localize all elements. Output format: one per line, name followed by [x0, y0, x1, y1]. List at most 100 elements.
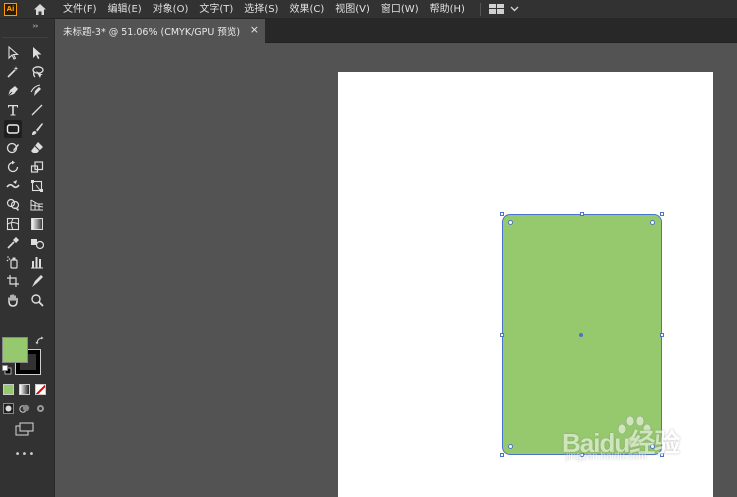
- gradient-mode-button[interactable]: [19, 384, 30, 395]
- draw-inside-icon[interactable]: [35, 403, 46, 414]
- workspace-switcher-button[interactable]: [488, 3, 519, 15]
- column-graph-tool-icon: [31, 257, 43, 269]
- menu-view[interactable]: 视图(V): [335, 0, 370, 19]
- handle-middle-left[interactable]: [500, 333, 504, 337]
- canvas-right-edge: [713, 72, 737, 497]
- corner-widget-top-left[interactable]: [508, 220, 513, 225]
- menu-select[interactable]: 选择(S): [244, 0, 278, 19]
- pen-tool[interactable]: [4, 82, 22, 100]
- handle-top-left[interactable]: [500, 212, 504, 216]
- line-segment-tool-icon: [31, 104, 43, 116]
- shape-builder-tool-icon: [6, 198, 20, 211]
- paintbrush-tool[interactable]: [28, 120, 46, 138]
- symbol-sprayer-tool[interactable]: [4, 253, 22, 271]
- grip-line: [2, 37, 48, 38]
- column-graph-tool[interactable]: [28, 253, 46, 271]
- edit-toolbar-button[interactable]: •••: [0, 449, 50, 460]
- center-point: [579, 333, 583, 337]
- handle-top-right[interactable]: [660, 212, 664, 216]
- shape-builder-tool[interactable]: [4, 196, 22, 214]
- magic-wand-tool[interactable]: [4, 63, 22, 81]
- rounded-rectangle-tool-icon: [6, 124, 20, 134]
- color-mode-button[interactable]: [3, 384, 14, 395]
- warp-tool-icon: [6, 180, 20, 189]
- corner-widget-bottom-left[interactable]: [508, 444, 513, 449]
- lasso-tool-icon: [32, 66, 44, 78]
- curvature-tool-icon: [30, 84, 41, 96]
- none-slash-icon: [36, 385, 45, 394]
- curvature-tool[interactable]: [28, 82, 46, 100]
- artboard-tool[interactable]: [4, 272, 22, 290]
- menu-effect[interactable]: 效果(C): [289, 0, 324, 19]
- scale-tool-icon: [30, 161, 44, 173]
- rounded-rectangle-tool[interactable]: [4, 120, 22, 138]
- tools-panel: •••: [0, 19, 55, 497]
- screen-mode-icon[interactable]: [15, 422, 35, 436]
- magic-wand-tool-icon: [7, 66, 19, 78]
- fill-color-swatch[interactable]: [2, 337, 28, 363]
- type-tool[interactable]: [4, 101, 22, 119]
- perspective-grid-tool[interactable]: [28, 196, 46, 214]
- menu-help[interactable]: 帮助(H): [430, 0, 465, 19]
- mesh-tool[interactable]: [4, 215, 22, 233]
- document-tab-bar: 未标题-3* @ 51.06% (CMYK/GPU 预览) ×: [55, 19, 737, 43]
- handle-top-center[interactable]: [580, 212, 584, 216]
- gradient-tool[interactable]: [28, 215, 46, 233]
- scale-tool[interactable]: [28, 158, 46, 176]
- eyedropper-tool[interactable]: [4, 234, 22, 252]
- line-segment-tool[interactable]: [28, 101, 46, 119]
- rotate-tool[interactable]: [4, 158, 22, 176]
- menu-type[interactable]: 文字(T): [199, 0, 233, 19]
- draw-behind-icon[interactable]: [19, 403, 30, 414]
- slice-tool[interactable]: [28, 272, 46, 290]
- hand-tool[interactable]: [4, 291, 22, 309]
- paintbrush-tool-icon: [32, 123, 43, 135]
- direct-selection-tool-icon: [33, 47, 42, 59]
- direct-selection-tool[interactable]: [28, 44, 46, 62]
- panel-collapse-icon[interactable]: [2, 24, 48, 28]
- perspective-grid-tool-icon: [30, 199, 44, 211]
- mesh-tool-icon: [6, 217, 20, 231]
- menu-file[interactable]: 文件(F): [63, 0, 97, 19]
- symbol-sprayer-tool-icon: [6, 256, 18, 269]
- lasso-tool[interactable]: [28, 63, 46, 81]
- workspace-grid-icon: [488, 3, 504, 14]
- chevron-down-icon: [510, 6, 519, 12]
- watermark-url: jingyan.baidu.com: [566, 451, 647, 462]
- home-icon[interactable]: [31, 1, 49, 17]
- close-tab-icon[interactable]: ×: [250, 23, 259, 36]
- document-tab[interactable]: 未标题-3* @ 51.06% (CMYK/GPU 预览) ×: [55, 19, 265, 43]
- default-fill-stroke-icon[interactable]: [2, 365, 12, 375]
- rotate-tool-icon: [7, 160, 19, 173]
- free-transform-tool[interactable]: [28, 177, 46, 195]
- eyedropper-tool-icon: [7, 237, 19, 249]
- draw-normal-icon[interactable]: [3, 403, 14, 414]
- shaper-tool-icon: [6, 142, 19, 154]
- artboard-tool-icon: [7, 275, 19, 287]
- zoom-tool-icon: [31, 294, 44, 307]
- handle-middle-right[interactable]: [660, 333, 664, 337]
- type-tool-icon: [8, 105, 18, 116]
- selection-tool-icon: [8, 46, 19, 60]
- blend-tool[interactable]: [28, 234, 46, 252]
- menu-divider: [479, 2, 481, 16]
- corner-widget-top-right[interactable]: [650, 220, 655, 225]
- menu-object[interactable]: 对象(O): [153, 0, 189, 19]
- eraser-tool-icon: [31, 142, 43, 153]
- none-mode-button[interactable]: [35, 384, 46, 395]
- swap-fill-stroke-icon[interactable]: [35, 336, 45, 346]
- menu-edit[interactable]: 编辑(E): [108, 0, 142, 19]
- free-transform-tool-icon: [31, 180, 43, 192]
- warp-tool[interactable]: [4, 177, 22, 195]
- gradient-tool-icon: [31, 218, 43, 230]
- pen-tool-icon: [7, 86, 18, 97]
- handle-bottom-left[interactable]: [500, 453, 504, 457]
- zoom-tool[interactable]: [28, 291, 46, 309]
- menu-list: 文件(F) 编辑(E) 对象(O) 文字(T) 选择(S) 效果(C) 视图(V…: [63, 0, 476, 19]
- eraser-tool[interactable]: [28, 139, 46, 157]
- menu-window[interactable]: 窗口(W): [381, 0, 419, 19]
- watermark: Baidu经验 jingyan.baidu.com: [562, 415, 712, 465]
- shaper-tool[interactable]: [4, 139, 22, 157]
- blend-tool-icon: [31, 239, 44, 250]
- selection-tool[interactable]: [4, 44, 22, 62]
